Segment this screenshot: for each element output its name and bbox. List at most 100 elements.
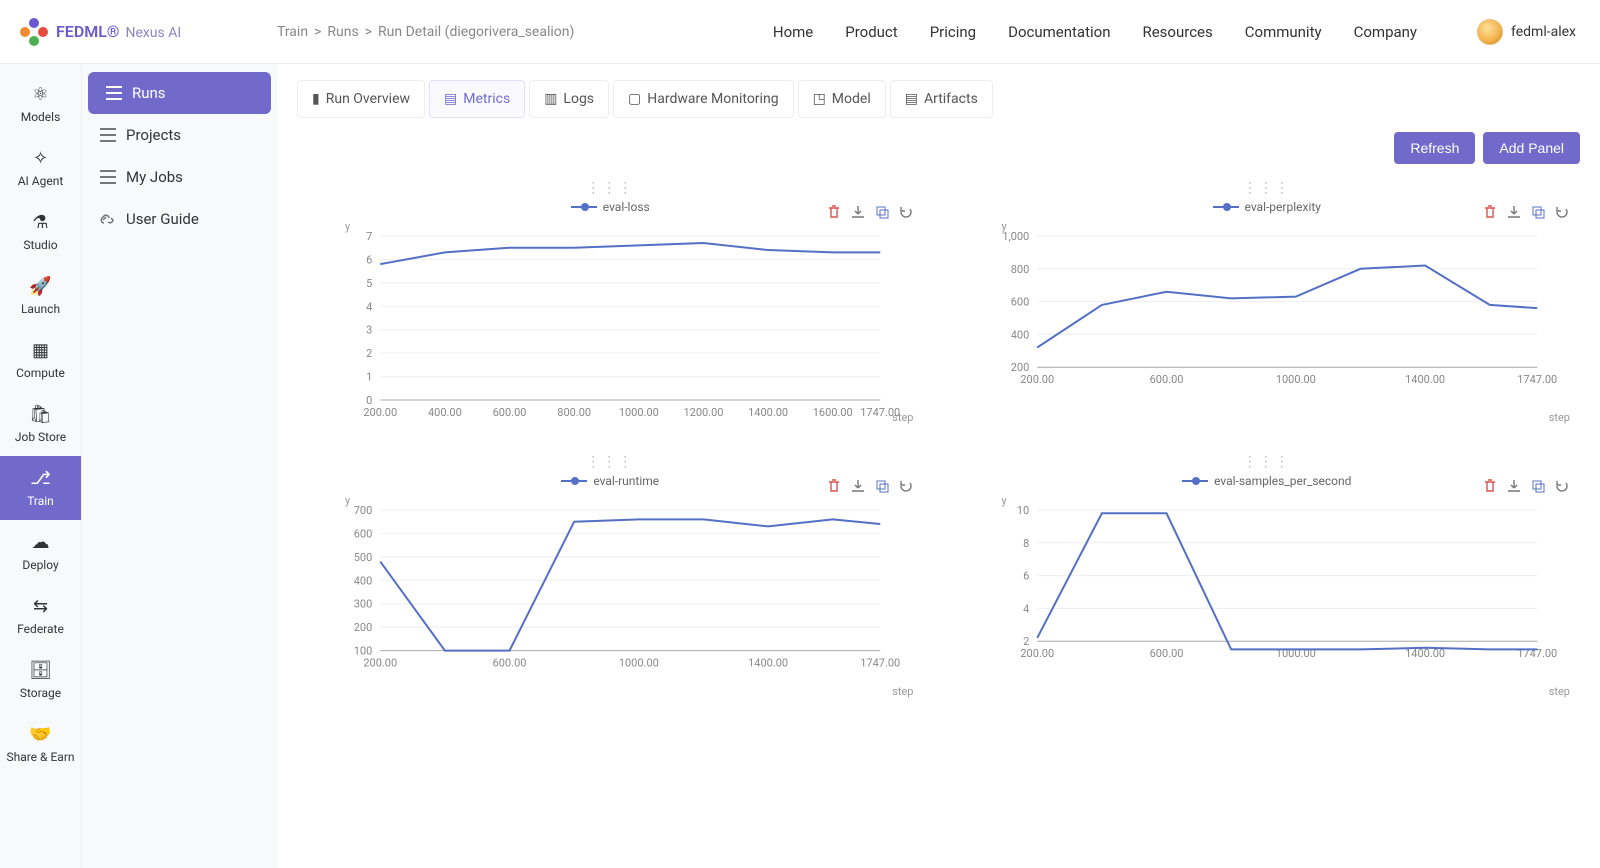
- panel-tools: [826, 478, 914, 494]
- delete-panel-button[interactable]: [826, 478, 842, 494]
- topnav: Home Product Pricing Documentation Resou…: [773, 19, 1576, 45]
- svg-text:1000.00: 1000.00: [619, 406, 659, 419]
- chart-panel-eval-loss: ⋮⋮⋮eval-lossy01234567200.00400.00600.008…: [297, 174, 924, 434]
- download-panel-button[interactable]: [850, 204, 866, 220]
- svg-text:800.00: 800.00: [557, 406, 591, 419]
- legend-marker-icon: [1182, 477, 1208, 485]
- topnav-documentation[interactable]: Documentation: [1008, 23, 1110, 41]
- sidebar-item-deploy[interactable]: ☁Deploy: [0, 520, 81, 584]
- delete-panel-button[interactable]: [1482, 478, 1498, 494]
- download-panel-button[interactable]: [1506, 478, 1522, 494]
- svg-text:600: 600: [354, 527, 373, 540]
- chart-panel-eval-perplexity: ⋮⋮⋮eval-perplexityy2004006008001,000200.…: [954, 174, 1581, 434]
- link-icon: [100, 211, 116, 227]
- chart-legend: eval-samples_per_second: [962, 474, 1573, 488]
- svg-text:1400.00: 1400.00: [1405, 647, 1445, 660]
- delete-panel-button[interactable]: [1482, 204, 1498, 220]
- studio-icon: ⚗: [32, 210, 48, 234]
- sidebar-item-launch[interactable]: 🚀Launch: [0, 264, 81, 328]
- copy-panel-button[interactable]: [874, 478, 890, 494]
- federate-icon: ⇆: [33, 594, 48, 618]
- list-icon: [100, 170, 116, 184]
- download-panel-button[interactable]: [1506, 204, 1522, 220]
- sidebar-item-federate[interactable]: ⇆Federate: [0, 584, 81, 648]
- x-axis-label: step: [1549, 411, 1570, 424]
- refresh-button[interactable]: Refresh: [1394, 132, 1475, 164]
- sidebar-item-ai-agent[interactable]: ✧AI Agent: [0, 136, 81, 200]
- svg-text:10: 10: [1016, 504, 1028, 517]
- drag-handle-icon[interactable]: ⋮⋮⋮: [962, 454, 1573, 470]
- sidebar-item-models[interactable]: ⚛Models: [0, 72, 81, 136]
- topbar: FEDML® Nexus AI Train > Runs > Run Detai…: [0, 0, 1600, 64]
- tab-run-overview[interactable]: ▮Run Overview: [297, 80, 425, 118]
- avatar: [1477, 19, 1503, 45]
- artifacts-icon: ▤: [905, 91, 918, 107]
- copy-panel-button[interactable]: [1530, 204, 1546, 220]
- chart-area[interactable]: y246810200.00600.001000.001400.001747.00…: [962, 494, 1573, 704]
- panel-actions: Refresh Add Panel: [297, 132, 1580, 164]
- tab-metrics[interactable]: ▤Metrics: [429, 80, 525, 118]
- breadcrumb-runs[interactable]: Runs: [327, 24, 358, 40]
- restore-panel-button[interactable]: [1554, 478, 1570, 494]
- chart-legend: eval-perplexity: [962, 200, 1573, 214]
- train-icon: ⎇: [30, 466, 51, 490]
- download-panel-button[interactable]: [850, 478, 866, 494]
- secnav-item-user-guide[interactable]: User Guide: [82, 198, 277, 240]
- svg-text:1400.00: 1400.00: [748, 657, 788, 670]
- copy-panel-button[interactable]: [1530, 478, 1546, 494]
- topnav-pricing[interactable]: Pricing: [930, 23, 976, 41]
- drag-handle-icon[interactable]: ⋮⋮⋮: [305, 180, 916, 196]
- topnav-community[interactable]: Community: [1245, 23, 1322, 41]
- svg-text:800: 800: [1010, 263, 1029, 276]
- breadcrumb: Train > Runs > Run Detail (diegorivera_s…: [277, 24, 574, 40]
- copy-panel-button[interactable]: [874, 204, 890, 220]
- sidebar-item-share-earn[interactable]: 🤝Share & Earn: [0, 712, 81, 776]
- topnav-company[interactable]: Company: [1354, 23, 1417, 41]
- breadcrumb-train[interactable]: Train: [277, 24, 308, 40]
- svg-text:600.00: 600.00: [493, 406, 527, 419]
- drag-handle-icon[interactable]: ⋮⋮⋮: [962, 180, 1573, 196]
- sidebar-item-storage[interactable]: 🗄Storage: [0, 648, 81, 712]
- storage-icon: 🗄: [29, 658, 52, 682]
- restore-panel-button[interactable]: [898, 204, 914, 220]
- svg-text:1000.00: 1000.00: [619, 657, 659, 670]
- secnav-item-projects[interactable]: Projects: [82, 114, 277, 156]
- svg-text:6: 6: [366, 253, 372, 266]
- chart-area[interactable]: y01234567200.00400.00600.00800.001000.00…: [305, 220, 916, 430]
- svg-text:1600.00: 1600.00: [813, 406, 853, 419]
- hardware-icon: ▢: [628, 91, 641, 107]
- user-menu[interactable]: fedml-alex: [1477, 19, 1576, 45]
- breadcrumb-current: Run Detail (diegorivera_sealion): [378, 24, 574, 40]
- topnav-home[interactable]: Home: [773, 23, 813, 41]
- secnav-item-my-jobs[interactable]: My Jobs: [82, 156, 277, 198]
- drag-handle-icon[interactable]: ⋮⋮⋮: [305, 454, 916, 470]
- tab-artifacts[interactable]: ▤Artifacts: [890, 80, 993, 118]
- add-panel-button[interactable]: Add Panel: [1483, 132, 1580, 164]
- sidebar-item-job-store[interactable]: 🛍Job Store: [0, 392, 81, 456]
- metrics-icon: ▤: [444, 91, 457, 107]
- deploy-icon: ☁: [32, 530, 50, 554]
- tab-logs[interactable]: ▥Logs: [529, 80, 609, 118]
- brand[interactable]: FEDML® Nexus AI: [20, 18, 277, 46]
- delete-panel-button[interactable]: [826, 204, 842, 220]
- tab-hardware-monitoring[interactable]: ▢Hardware Monitoring: [613, 80, 794, 118]
- sidebar-item-studio[interactable]: ⚗Studio: [0, 200, 81, 264]
- secnav-item-runs[interactable]: Runs: [88, 72, 271, 114]
- sidebar-item-compute[interactable]: ▦Compute: [0, 328, 81, 392]
- tab-model[interactable]: ◳Model: [798, 80, 886, 118]
- topnav-product[interactable]: Product: [845, 23, 897, 41]
- x-axis-label: step: [1549, 685, 1570, 698]
- svg-text:600.00: 600.00: [1149, 373, 1183, 386]
- icon-sidebar: ⚛Models ✧AI Agent ⚗Studio 🚀Launch ▦Compu…: [0, 0, 82, 868]
- svg-text:1000.00: 1000.00: [1275, 373, 1315, 386]
- sidebar-item-train[interactable]: ⎇Train: [0, 456, 81, 520]
- restore-panel-button[interactable]: [1554, 204, 1570, 220]
- topnav-resources[interactable]: Resources: [1142, 23, 1212, 41]
- restore-panel-button[interactable]: [898, 478, 914, 494]
- y-axis-label: y: [345, 220, 350, 233]
- chart-area[interactable]: y2004006008001,000200.00600.001000.00140…: [962, 220, 1573, 430]
- x-axis-label: step: [892, 411, 913, 424]
- svg-text:200.00: 200.00: [363, 406, 397, 419]
- chart-area[interactable]: y100200300400500600700200.00600.001000.0…: [305, 494, 916, 704]
- svg-text:200.00: 200.00: [1020, 647, 1054, 660]
